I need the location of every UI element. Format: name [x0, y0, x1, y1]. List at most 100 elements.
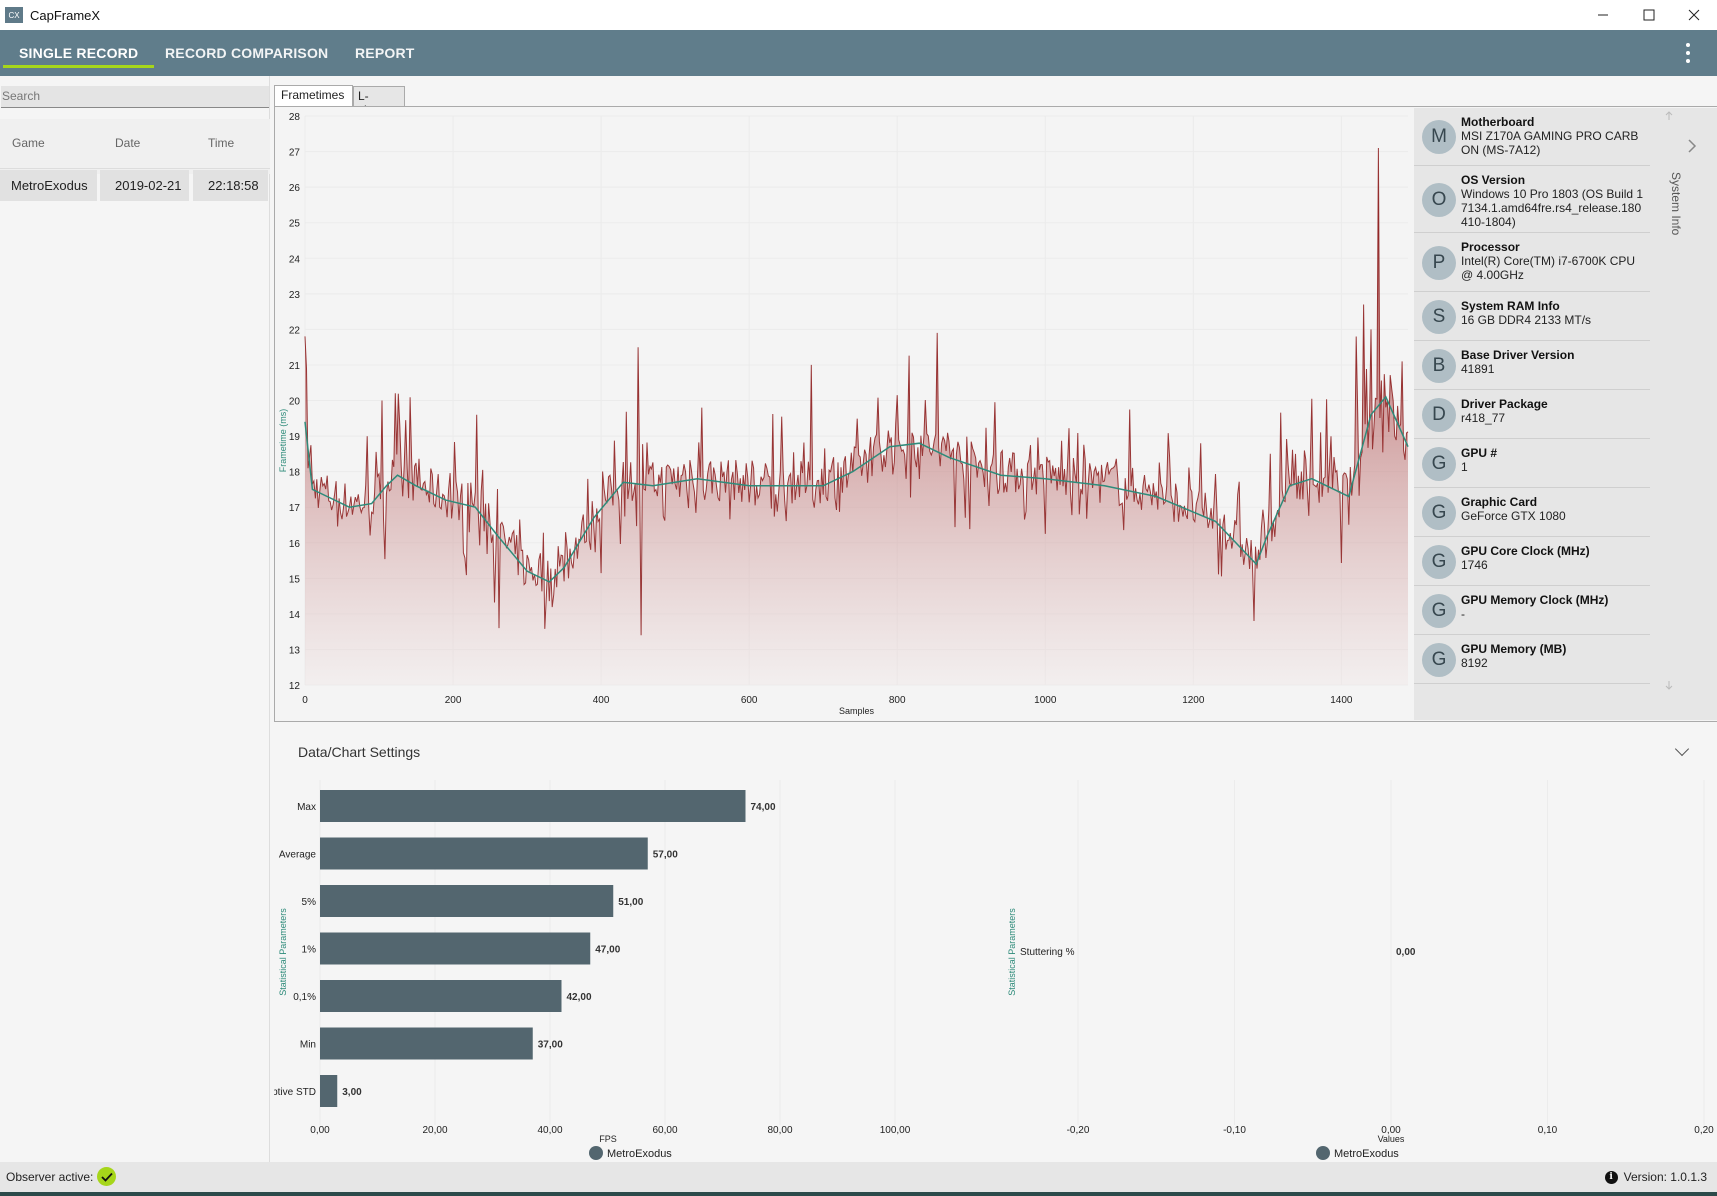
x-tick-label: 0: [302, 695, 308, 706]
x-axis-title: Values: [1378, 1134, 1405, 1144]
y-tick-label: 25: [289, 219, 301, 230]
avatar: G: [1422, 544, 1456, 579]
y-tick-label: 14: [289, 610, 301, 621]
system-info-label: Graphic Card: [1461, 495, 1538, 509]
bar: [320, 980, 562, 1012]
expand-chevron-icon[interactable]: [1687, 138, 1697, 154]
avatar: G: [1422, 642, 1456, 677]
settings-title: Data/Chart Settings: [298, 744, 421, 760]
tab-single-record[interactable]: SINGLE RECORD: [2, 30, 155, 76]
legend-label: MetroExodus: [607, 1148, 672, 1160]
x-axis-title: FPS: [599, 1134, 617, 1144]
y-axis-title: Frametime (ms): [278, 409, 288, 473]
info-icon: i: [1604, 1170, 1618, 1184]
category-label: Stuttering %: [1020, 947, 1075, 958]
data-chart-settings-expander[interactable]: Data/Chart Settings: [274, 730, 1717, 775]
system-info-value: 16 GB DDR4 2133 MT/s: [1461, 313, 1592, 327]
chevron-down-icon[interactable]: [1674, 741, 1690, 757]
maximize-icon[interactable]: [1626, 0, 1672, 30]
system-info-label: GPU Memory (MB): [1461, 642, 1567, 656]
close-icon[interactable]: [1671, 0, 1717, 30]
tab-l-shape[interactable]: L-shape: [353, 86, 405, 117]
x-tick-label: 20,00: [422, 1125, 447, 1136]
tab-frametimes[interactable]: Frametimes: [274, 85, 353, 107]
system-info-item: G GPU #1: [1414, 439, 1650, 488]
x-tick-label: 400: [593, 695, 610, 706]
category-label: 1%: [302, 945, 317, 956]
y-tick-label: 24: [289, 254, 301, 265]
system-info-rail[interactable]: [1650, 108, 1717, 720]
y-tick-label: 13: [289, 645, 301, 656]
bar-value-label: 37,00: [538, 1040, 563, 1051]
table-row[interactable]: MetroExodus 2019-02-21 22:18:58: [0, 168, 270, 201]
x-tick-label: 200: [445, 695, 462, 706]
system-info-label: Motherboard: [1461, 115, 1535, 129]
cell-game: MetroExodus: [0, 170, 97, 201]
x-tick-label: 40,00: [537, 1125, 562, 1136]
checkmark-icon: [97, 1167, 116, 1186]
y-tick-label: 16: [289, 539, 301, 550]
column-header-game[interactable]: Game: [12, 136, 45, 150]
system-info-item: M Motherboard MSI Z170A GAMING PRO CARBON …: [1414, 108, 1650, 166]
scroll-down-icon[interactable]: [1664, 680, 1674, 690]
x-tick-label: 600: [741, 695, 758, 706]
system-info-value: r418_77: [1461, 411, 1506, 425]
bar-value-label: 47,00: [595, 945, 620, 956]
category-label: 0,1%: [293, 992, 316, 1003]
bar-value-label: 57,00: [653, 850, 678, 861]
category-label: Average: [279, 850, 317, 861]
category-label: 5%: [302, 897, 317, 908]
avatar: P: [1422, 245, 1456, 280]
bar-value-label: 74,00: [751, 802, 776, 813]
system-info-label: GPU Memory Clock (MHz): [1461, 593, 1609, 607]
system-info-value: GeForce GTX 1080: [1461, 509, 1566, 523]
desktop-strip: [0, 1192, 1717, 1196]
frametime-chart: 12 13 14 15 16 17 18 19 20 21 22 23 24 25 26 27 28 0 200 40…: [278, 112, 1409, 716]
category-label: Min: [300, 1040, 316, 1051]
system-info-value: 1: [1461, 460, 1468, 474]
x-tick-label: 1200: [1182, 695, 1205, 706]
legend-label: MetroExodus: [1334, 1148, 1399, 1160]
system-info-item: G GPU Memory (MB) 8192: [1414, 635, 1650, 684]
system-info-label: System Info: [1669, 172, 1683, 236]
x-tick-label: 60,00: [652, 1125, 677, 1136]
x-tick-label: -0,10: [1223, 1125, 1246, 1136]
system-info-label: OS Version: [1461, 173, 1526, 187]
system-info-item: O OS Version Windows 10 Pro 1803 (OS Build…: [1414, 166, 1650, 233]
y-tick-label: 17: [289, 503, 301, 514]
system-info-value: 8192: [1461, 656, 1488, 670]
tab-record-comparison[interactable]: RECORD COMPARISON: [165, 30, 328, 76]
system-info-value: 1746: [1461, 558, 1488, 572]
x-tick-label: 0,10: [1538, 1125, 1558, 1136]
y-tick-label: 15: [289, 574, 301, 585]
system-info-label: System RAM Info: [1461, 299, 1560, 313]
x-tick-label: 800: [889, 695, 906, 706]
cell-date: 2019-02-21: [100, 170, 189, 201]
kebab-menu-icon[interactable]: [1685, 43, 1691, 63]
x-tick-label: 1400: [1330, 695, 1353, 706]
bar: [320, 885, 614, 917]
bar: [320, 790, 746, 822]
title-bar: CX CapFrameX: [0, 0, 1717, 30]
y-tick-label: 21: [289, 361, 301, 372]
column-header-time[interactable]: Time: [208, 136, 234, 150]
y-tick-label: 20: [289, 397, 301, 408]
system-info-item: G GPU Memory Clock (MHz) -: [1414, 586, 1650, 635]
app-logo-icon: CX: [5, 7, 23, 23]
version-info: i Version: 1.0.1.3: [1604, 1170, 1707, 1184]
scroll-up-icon[interactable]: [1664, 111, 1674, 121]
legend-swatch: [1316, 1146, 1330, 1160]
statistics-charts: 0,00 20,00 40,00 60,00 80,00 100,00 Max 74,00 Av…: [274, 780, 1714, 1160]
y-tick-label: 27: [289, 148, 301, 159]
system-info-label: GPU Core Clock (MHz): [1461, 544, 1590, 558]
window-title: CapFrameX: [30, 7, 101, 23]
bar-value-label: 0,00: [1396, 947, 1416, 958]
version-label: Version: 1.0.1.3: [1623, 1170, 1707, 1184]
search-input[interactable]: Search: [1, 86, 269, 108]
minimize-icon[interactable]: [1580, 0, 1626, 30]
y-tick-label: 23: [289, 290, 301, 301]
column-header-date[interactable]: Date: [115, 136, 140, 150]
system-info-value: Windows 10 Pro 1803 (OS Build 17134.1.am…: [1461, 187, 1644, 229]
record-list-pane: Search Game Date Time MetroExodus 2019-0…: [0, 76, 270, 1162]
tab-report[interactable]: REPORT: [355, 30, 415, 76]
